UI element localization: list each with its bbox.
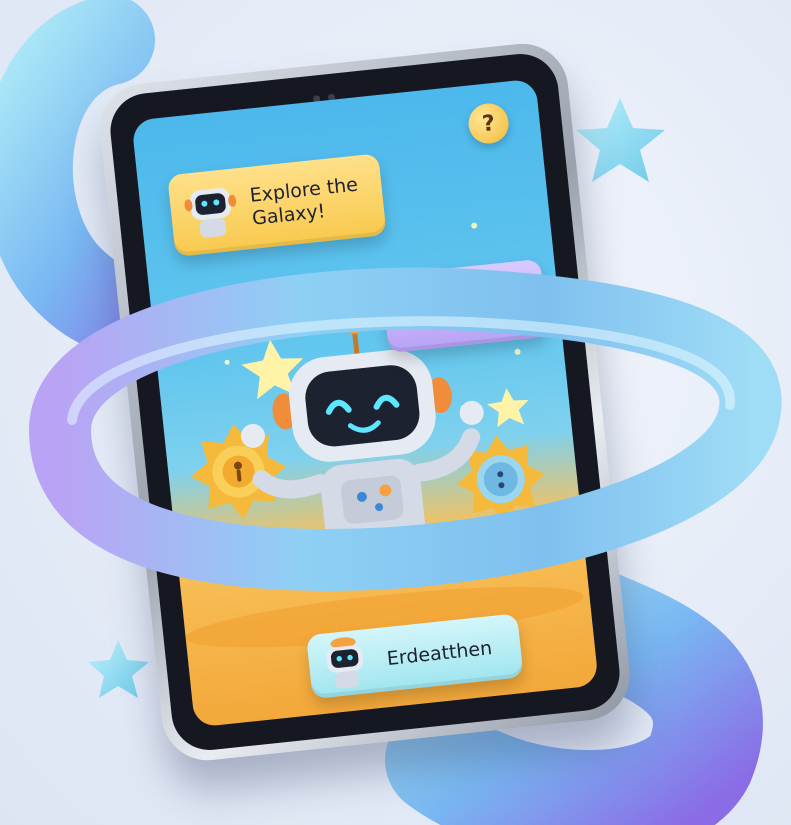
ring-decoration — [29, 267, 782, 592]
app-scene: ? Explore the Galaxy! Solve Puzzles! Erd… — [0, 0, 791, 825]
